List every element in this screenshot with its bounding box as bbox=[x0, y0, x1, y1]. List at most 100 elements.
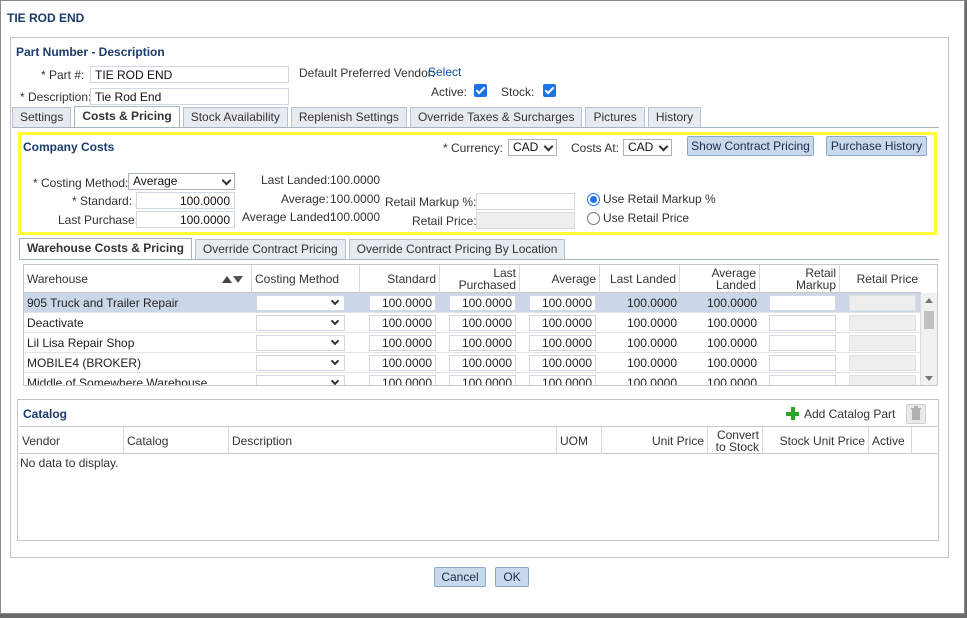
cell-retail-markup[interactable] bbox=[769, 375, 836, 385]
costing-method-select[interactable]: Average bbox=[128, 173, 235, 190]
tab-override-contract-by-location[interactable]: Override Contract Pricing By Location bbox=[348, 239, 566, 259]
warehouse-grid-header: Warehouse Costing Method Standard Last P… bbox=[24, 265, 921, 293]
cell-standard[interactable]: 100.0000 bbox=[369, 315, 436, 331]
cell-last-purchased[interactable]: 100.0000 bbox=[449, 335, 516, 351]
col-retail-markup[interactable]: Retail Markup bbox=[760, 265, 840, 293]
cell-costing-method-select[interactable] bbox=[256, 335, 345, 351]
last-purchase-field[interactable]: 100.0000 bbox=[136, 211, 235, 228]
cell-last-purchased[interactable]: 100.0000 bbox=[449, 295, 516, 311]
cell-warehouse: 905 Truck and Trailer Repair bbox=[27, 296, 179, 310]
scroll-thumb[interactable] bbox=[924, 311, 934, 329]
vendor-select-link[interactable]: Select bbox=[428, 65, 461, 79]
table-row[interactable]: Lil Lisa Repair Shop 100.0000 100.0000 100.… bbox=[24, 333, 921, 353]
cell-last-landed: 100.0000 bbox=[626, 296, 677, 310]
tab-stock-availability[interactable]: Stock Availability bbox=[182, 107, 288, 127]
cancel-button[interactable]: Cancel bbox=[434, 567, 486, 587]
add-icon[interactable] bbox=[786, 407, 799, 420]
col-active[interactable]: Active bbox=[869, 427, 912, 454]
cell-standard[interactable]: 100.0000 bbox=[369, 335, 436, 351]
cell-retail-markup[interactable] bbox=[769, 355, 836, 371]
costs-at-value: CAD bbox=[628, 140, 654, 154]
catalog-header: Vendor Catalog Description UOM Unit Pric… bbox=[19, 426, 937, 454]
cell-standard[interactable]: 100.0000 bbox=[369, 375, 436, 385]
add-catalog-part-button[interactable]: Add Catalog Part bbox=[804, 407, 895, 421]
col-last-landed[interactable]: Last Landed bbox=[600, 265, 680, 293]
description-field[interactable]: Tie Rod End bbox=[90, 88, 289, 105]
retail-markup-field[interactable] bbox=[476, 193, 575, 210]
col-uom[interactable]: UOM bbox=[557, 427, 602, 454]
cell-average[interactable]: 100.0000 bbox=[529, 375, 596, 385]
col-stock-unit-price[interactable]: Stock Unit Price bbox=[763, 427, 869, 454]
ok-button[interactable]: OK bbox=[495, 567, 529, 587]
table-row[interactable]: 905 Truck and Trailer Repair 100.0000 100.… bbox=[24, 293, 921, 313]
cell-last-purchased[interactable]: 100.0000 bbox=[449, 315, 516, 331]
col-description[interactable]: Description bbox=[229, 427, 557, 454]
cell-costing-method-select[interactable] bbox=[256, 315, 345, 331]
tab-override-taxes[interactable]: Override Taxes & Surcharges bbox=[409, 107, 583, 127]
standard-label: * Standard: bbox=[72, 194, 133, 208]
col-costing-method[interactable]: Costing Method bbox=[252, 265, 360, 293]
col-average[interactable]: Average bbox=[520, 265, 600, 293]
retail-markup-label: Retail Markup %: bbox=[385, 195, 477, 209]
cell-average[interactable]: 100.0000 bbox=[529, 335, 596, 351]
tab-replenish-settings[interactable]: Replenish Settings bbox=[290, 107, 407, 127]
cell-costing-method-select[interactable] bbox=[256, 295, 345, 311]
cell-costing-method-select[interactable] bbox=[256, 375, 345, 385]
chevron-down-icon bbox=[330, 336, 340, 346]
currency-select[interactable]: CAD bbox=[508, 139, 557, 156]
tab-history[interactable]: History bbox=[647, 107, 702, 127]
table-row[interactable]: MOBILE4 (BROKER) 100.0000 100.0000 100.0000… bbox=[24, 353, 921, 373]
cell-average[interactable]: 100.0000 bbox=[529, 315, 596, 331]
use-retail-markup-radio[interactable] bbox=[587, 193, 600, 206]
tab-settings[interactable]: Settings bbox=[12, 107, 72, 127]
grid-scrollbar[interactable] bbox=[920, 293, 937, 385]
cell-retail-markup[interactable] bbox=[769, 315, 836, 331]
stock-checkbox[interactable] bbox=[543, 84, 556, 97]
scroll-up-icon[interactable] bbox=[925, 298, 933, 303]
col-average-landed[interactable]: Average Landed bbox=[680, 265, 760, 293]
use-retail-price-radio[interactable] bbox=[587, 212, 600, 225]
costs-at-select[interactable]: CAD bbox=[623, 139, 672, 156]
tab-warehouse-costs[interactable]: Warehouse Costs & Pricing bbox=[19, 238, 192, 259]
show-contract-pricing-button[interactable]: Show Contract Pricing bbox=[687, 136, 814, 156]
purchase-history-button[interactable]: Purchase History bbox=[826, 136, 927, 156]
cell-standard[interactable]: 100.0000 bbox=[369, 295, 436, 311]
cell-costing-method-select[interactable] bbox=[256, 355, 345, 371]
catalog-panel: Catalog Add Catalog Part Vendor Catalog … bbox=[17, 399, 939, 541]
sub-tabs: Warehouse Costs & Pricing Override Contr… bbox=[19, 238, 568, 259]
table-row[interactable]: Deactivate 100.0000 100.0000 100.0000 100.00… bbox=[24, 313, 921, 333]
sort-icon[interactable] bbox=[222, 274, 243, 284]
cell-last-purchased[interactable]: 100.0000 bbox=[449, 355, 516, 371]
cell-standard[interactable]: 100.0000 bbox=[369, 355, 436, 371]
cell-last-purchased[interactable]: 100.0000 bbox=[449, 375, 516, 385]
part-section-title: Part Number - Description bbox=[16, 45, 165, 59]
costing-method-value: Average bbox=[133, 174, 178, 188]
tab-costs-pricing[interactable]: Costs & Pricing bbox=[74, 106, 180, 127]
part-no-field[interactable]: TIE ROD END bbox=[90, 66, 289, 83]
costs-at-label: Costs At: bbox=[571, 141, 620, 155]
col-last-purchased[interactable]: Last Purchased bbox=[440, 265, 520, 293]
active-checkbox[interactable] bbox=[474, 84, 487, 97]
col-vendor[interactable]: Vendor bbox=[19, 427, 124, 454]
chevron-down-icon bbox=[543, 141, 554, 152]
trash-icon[interactable] bbox=[906, 404, 926, 424]
table-row[interactable]: Middle of Somewhere Warehouse 100.0000 100… bbox=[24, 373, 921, 385]
chevron-down-icon bbox=[330, 376, 340, 385]
scroll-down-icon[interactable] bbox=[925, 376, 933, 381]
cell-average[interactable]: 100.0000 bbox=[529, 295, 596, 311]
standard-field[interactable]: 100.0000 bbox=[136, 192, 235, 209]
col-standard[interactable]: Standard bbox=[360, 265, 440, 293]
cell-average[interactable]: 100.0000 bbox=[529, 355, 596, 371]
col-catalog[interactable]: Catalog bbox=[124, 427, 229, 454]
tab-override-contract-pricing[interactable]: Override Contract Pricing bbox=[194, 239, 346, 259]
col-unit-price[interactable]: Unit Price bbox=[602, 427, 708, 454]
col-retail-price[interactable]: Retail Price bbox=[840, 265, 921, 293]
tab-pictures[interactable]: Pictures bbox=[585, 107, 645, 127]
last-purchase-label: Last Purchase: bbox=[58, 213, 139, 227]
col-convert-to-stock[interactable]: Convert to Stock bbox=[708, 427, 763, 454]
cell-retail-markup[interactable] bbox=[769, 295, 836, 311]
average-label: Average: bbox=[281, 192, 329, 206]
cell-retail-markup[interactable] bbox=[769, 335, 836, 351]
last-landed-value: 100.0000 bbox=[330, 173, 381, 187]
col-warehouse[interactable]: Warehouse bbox=[24, 265, 252, 293]
